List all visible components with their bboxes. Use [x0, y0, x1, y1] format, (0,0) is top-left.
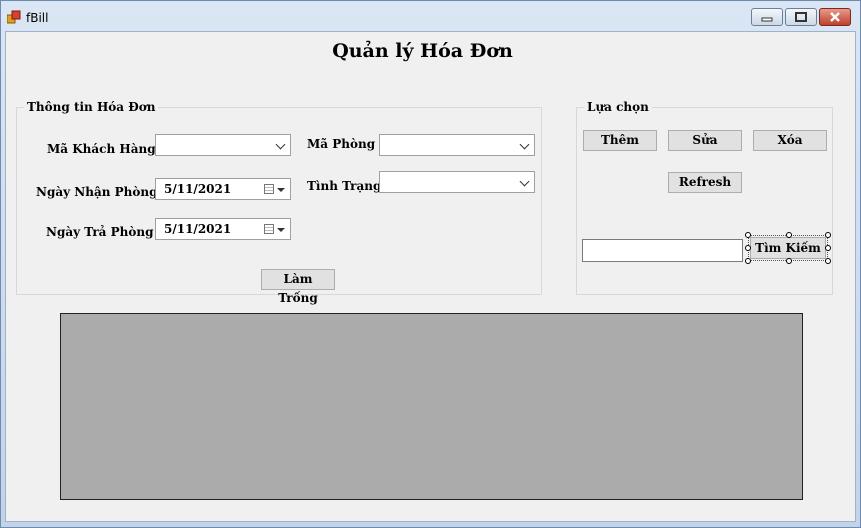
- chevron-down-icon: [277, 228, 285, 232]
- close-icon: [830, 12, 840, 22]
- app-window: fBill Quản lý Hóa Đơn Thông tin Hóa Đơn …: [0, 0, 861, 528]
- checkout-date-label: Ngày Trả Phòng: [46, 225, 154, 239]
- checkout-date-picker[interactable]: 5/11/2021: [155, 218, 291, 240]
- resize-handle[interactable]: [786, 232, 792, 238]
- checkin-date-value: 5/11/2021: [164, 182, 232, 196]
- resize-handle[interactable]: [825, 258, 831, 264]
- minimize-icon: [761, 17, 773, 22]
- room-code-combobox[interactable]: [379, 134, 535, 156]
- invoice-info-group: Thông tin Hóa Đơn Mã Khách Hàng Ngày Nhậ…: [16, 100, 542, 305]
- invoice-data-grid[interactable]: [60, 313, 803, 500]
- selection-frame: [745, 232, 831, 264]
- form-client-area: Quản lý Hóa Đơn Thông tin Hóa Đơn Mã Khá…: [5, 31, 856, 522]
- calendar-icon: [264, 224, 274, 234]
- checkout-date-value: 5/11/2021: [164, 222, 232, 236]
- options-group: Lựa chọn Thêm Sửa Xóa Refresh: [576, 100, 833, 295]
- room-code-label: Mã Phòng: [307, 137, 376, 151]
- resize-handle[interactable]: [825, 245, 831, 251]
- page-title: Quản lý Hóa Đơn: [332, 40, 513, 62]
- status-combobox[interactable]: [379, 171, 535, 193]
- checkin-date-picker[interactable]: 5/11/2021: [155, 178, 291, 200]
- close-button[interactable]: [819, 8, 851, 26]
- options-group-title: Lựa chọn: [584, 100, 652, 114]
- chevron-down-icon: [519, 176, 530, 187]
- chevron-down-icon: [277, 188, 285, 192]
- maximize-button[interactable]: [785, 8, 817, 26]
- checkin-date-label: Ngày Nhận Phòng: [36, 185, 158, 199]
- window-title: fBill: [26, 11, 49, 25]
- delete-button[interactable]: Xóa: [753, 130, 827, 151]
- status-label: Tình Trạng: [307, 179, 382, 193]
- calendar-icon: [264, 184, 274, 194]
- add-button[interactable]: Thêm: [583, 130, 657, 151]
- app-icon: [7, 10, 21, 24]
- title-bar: fBill: [1, 1, 860, 31]
- edit-button[interactable]: Sửa: [668, 130, 742, 151]
- chevron-down-icon: [519, 139, 530, 150]
- resize-handle[interactable]: [745, 245, 751, 251]
- customer-code-combobox[interactable]: [155, 134, 291, 156]
- maximize-icon: [795, 12, 807, 22]
- minimize-button[interactable]: [751, 8, 783, 26]
- chevron-down-icon: [275, 139, 286, 150]
- resize-handle[interactable]: [745, 258, 751, 264]
- search-input[interactable]: [582, 239, 743, 262]
- clear-button[interactable]: Làm Trống: [261, 269, 335, 305]
- customer-code-label: Mã Khách Hàng: [47, 142, 156, 156]
- resize-handle[interactable]: [786, 258, 792, 264]
- invoice-info-group-title: Thông tin Hóa Đơn: [24, 100, 159, 114]
- resize-handle[interactable]: [825, 232, 831, 238]
- refresh-button[interactable]: Refresh: [668, 172, 742, 193]
- resize-handle[interactable]: [745, 232, 751, 238]
